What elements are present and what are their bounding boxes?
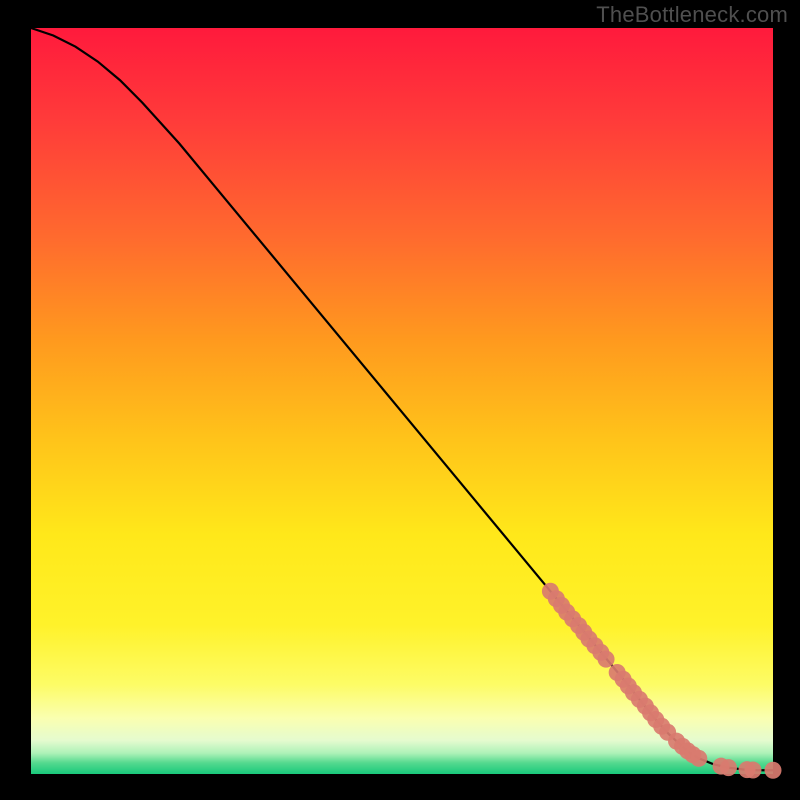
- chart-frame: TheBottleneck.com: [0, 0, 800, 800]
- data-point: [765, 762, 782, 779]
- data-point: [720, 759, 737, 776]
- plot-background: [31, 28, 773, 774]
- data-point: [598, 651, 615, 668]
- data-point: [744, 762, 761, 779]
- attribution-label: TheBottleneck.com: [596, 2, 788, 28]
- data-point: [690, 750, 707, 767]
- chart-canvas: [0, 0, 800, 800]
